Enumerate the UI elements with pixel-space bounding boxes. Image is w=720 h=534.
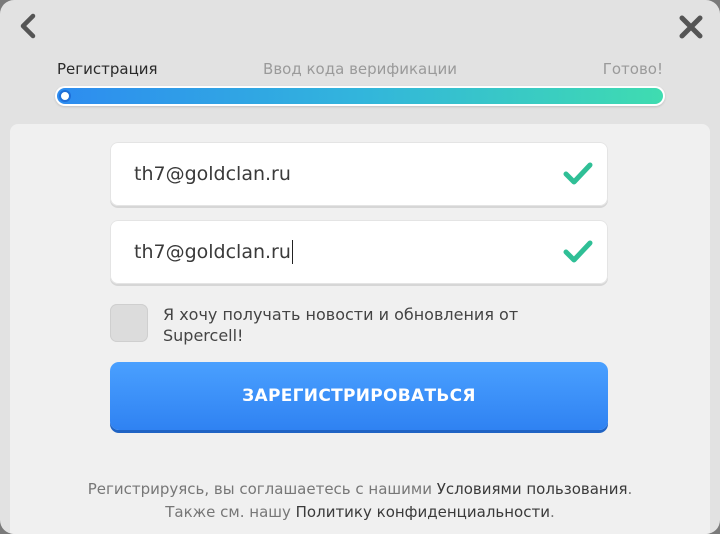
register-button[interactable]: ЗАРЕГИСТРИРОВАТЬСЯ [110, 362, 608, 430]
close-icon [679, 15, 703, 39]
legal-prefix-2: Также см. нашу [165, 503, 296, 521]
chevron-left-icon [20, 13, 36, 39]
newsletter-checkbox[interactable] [110, 304, 148, 342]
checkmark-icon [563, 240, 593, 263]
step-done: Готово! [602, 60, 663, 78]
email-value: th7@goldclan.ru [134, 163, 291, 185]
close-button[interactable] [676, 12, 706, 42]
legal-line-terms: Регистрируясь, вы соглашаетесь с нашими … [10, 478, 710, 501]
legal-prefix-1: Регистрируясь, вы соглашаетесь с нашими [87, 480, 437, 498]
legal-suffix-2: . [549, 503, 555, 521]
newsletter-option: Я хочу получать новости и обновления от … [110, 304, 563, 346]
registration-dialog: Регистрация Ввод кода верификации Готово… [0, 0, 720, 534]
registration-steps: Регистрация Ввод кода верификации Готово… [57, 60, 663, 82]
register-button-label: ЗАРЕГИСТРИРОВАТЬСЯ [242, 386, 476, 406]
newsletter-label: Я хочу получать новости и обновления от … [163, 305, 519, 345]
legal-notice: Регистрируясь, вы соглашаетесь с нашими … [10, 478, 710, 524]
step-registration: Регистрация [57, 60, 158, 78]
step-verification-code: Ввод кода верификации [263, 60, 457, 78]
text-caret [291, 240, 293, 264]
confirm-email-value: th7@goldclan.ru [134, 241, 291, 263]
back-button[interactable] [14, 12, 42, 40]
form-panel: th7@goldclan.ru th7@goldclan.ru Я хочу п… [10, 124, 710, 534]
confirm-email-field[interactable]: th7@goldclan.ru [110, 220, 608, 284]
privacy-link[interactable]: Политику конфиденциальности [296, 503, 550, 521]
progress-knob [59, 90, 71, 102]
progress-fill [57, 88, 663, 104]
checkmark-icon [563, 162, 593, 185]
legal-line-privacy: Также см. нашу Политику конфиденциальнос… [10, 501, 710, 524]
legal-suffix-1: . [627, 480, 633, 498]
terms-link[interactable]: Условиями пользования [437, 480, 628, 498]
progress-bar [55, 86, 665, 106]
email-field[interactable]: th7@goldclan.ru [110, 142, 608, 206]
